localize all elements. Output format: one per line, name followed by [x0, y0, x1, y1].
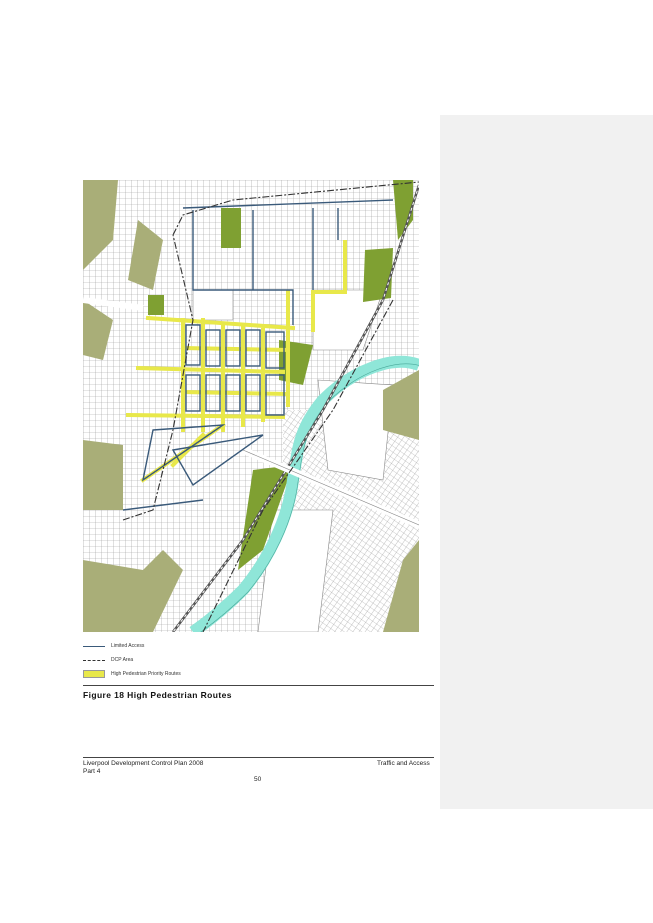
- footer-section-title: Traffic and Access: [377, 760, 430, 767]
- pedestrian-route-swatch: [83, 670, 105, 678]
- comment-pane: [440, 115, 653, 809]
- park-green: [221, 208, 241, 248]
- footer-document-title: Liverpool Development Control Plan 2008 …: [83, 760, 203, 775]
- legend-item-dcp-area: DCP Area: [83, 654, 133, 666]
- footer-divider: [83, 757, 434, 758]
- park: [83, 440, 123, 510]
- caption-divider: [83, 685, 434, 686]
- legend-item-limited-access: Limited Access: [83, 640, 144, 652]
- figure-caption: Figure 18 High Pedestrian Routes: [83, 690, 232, 700]
- site-map: [83, 180, 419, 632]
- open-lot: [192, 289, 234, 321]
- limited-access-swatch: [83, 642, 105, 650]
- map-graphic: [83, 180, 419, 632]
- page-number: 50: [254, 776, 262, 783]
- footer-title-line: Liverpool Development Control Plan 2008: [83, 760, 204, 767]
- map-legend: Limited Access DCP Area High Pedestrian …: [83, 640, 343, 680]
- park-green: [148, 295, 164, 315]
- legend-label: Limited Access: [111, 643, 145, 649]
- footer-part-line: Part 4: [83, 767, 101, 775]
- park-green: [363, 248, 393, 302]
- legend-item-pedestrian-routes: High Pedestrian Priority Routes: [83, 668, 181, 680]
- legend-label: DCP Area: [111, 657, 134, 663]
- dcp-area-swatch: [83, 656, 105, 664]
- legend-label: High Pedestrian Priority Routes: [111, 671, 181, 677]
